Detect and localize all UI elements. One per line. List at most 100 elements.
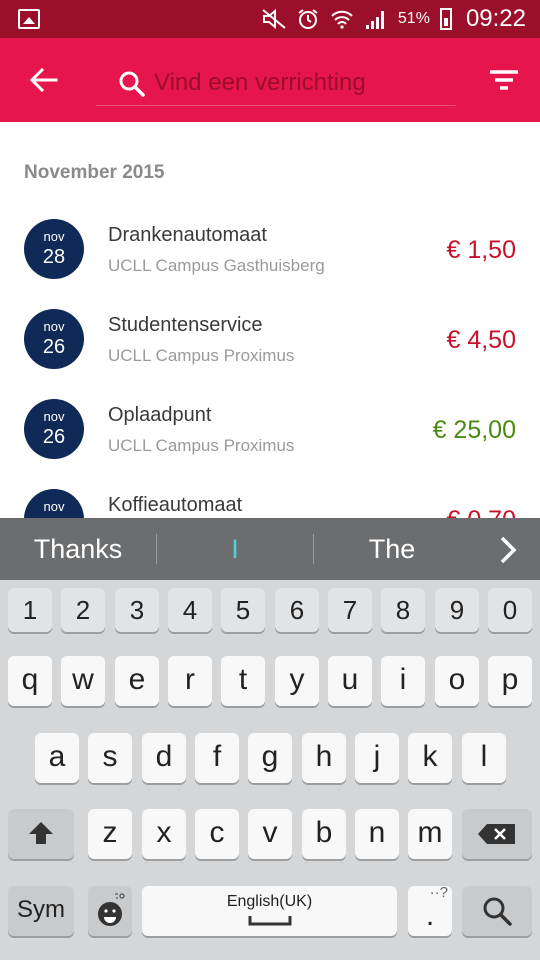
key-a[interactable]: a (35, 733, 79, 783)
gallery-notification-icon (18, 9, 40, 29)
signal-icon (365, 11, 384, 29)
filter-icon[interactable] (486, 64, 522, 100)
suggestion-bar: Thanks I The (0, 518, 540, 580)
status-bar: 51% 09:22 (0, 0, 540, 38)
key-g[interactable]: g (248, 733, 292, 783)
emoji-icon (98, 893, 125, 926)
date-badge: nov 26 (24, 309, 84, 369)
search-key[interactable] (462, 886, 532, 936)
key-5[interactable]: 5 (221, 588, 265, 632)
transaction-location: UCLL Campus Gasthuisberg (108, 256, 325, 275)
suggestion-divider (156, 534, 157, 564)
status-icons: 51% 09:22 (262, 0, 526, 38)
date-day: 26 (42, 336, 66, 358)
key-1[interactable]: 1 (8, 588, 52, 632)
key-u[interactable]: u (328, 656, 372, 706)
search-icon (483, 897, 512, 926)
search-input[interactable] (154, 64, 454, 102)
backspace-key[interactable] (462, 809, 532, 859)
key-0[interactable]: 0 (488, 588, 532, 632)
key-z[interactable]: z (88, 809, 132, 859)
key-j[interactable]: j (355, 733, 399, 783)
transaction-location: UCLL Campus Proximus (108, 436, 295, 455)
language-label: English(UK) (226, 893, 313, 910)
date-badge: nov 26 (24, 399, 84, 459)
period-key[interactable]: ··? . (408, 884, 452, 936)
key-h[interactable]: h (302, 733, 346, 783)
suggestion-item[interactable]: I (158, 518, 312, 580)
date-month: nov (43, 409, 65, 424)
transaction-title: Studentenservice (108, 314, 263, 336)
backspace-icon (478, 824, 515, 844)
section-header: November 2015 (24, 162, 165, 183)
search-icon (119, 71, 145, 97)
clock: 09:22 (465, 5, 526, 32)
key-k[interactable]: k (408, 733, 452, 783)
shift-icon (29, 822, 53, 844)
transaction-title: Koffieautomaat (108, 494, 243, 516)
key-t[interactable]: t (221, 656, 265, 706)
key-7[interactable]: 7 (328, 588, 372, 632)
suggestion-item[interactable]: Thanks (0, 518, 156, 580)
transaction-amount: € 4,50 (446, 326, 516, 354)
key-v[interactable]: v (248, 809, 292, 859)
key-n[interactable]: n (355, 809, 399, 859)
transaction-title: Drankenautomaat (108, 224, 267, 246)
key-l[interactable]: l (462, 733, 506, 783)
transaction-row[interactable]: nov 26 Koffieautomaat € 0,70 (0, 486, 540, 518)
key-d[interactable]: d (142, 733, 186, 783)
transaction-row[interactable]: nov 26 Oplaadpunt UCLL Campus Proximus €… (0, 396, 540, 486)
date-day: 28 (42, 246, 66, 268)
search-bar[interactable] (96, 60, 456, 106)
key-b[interactable]: b (302, 809, 346, 859)
key-3[interactable]: 3 (115, 588, 159, 632)
chevron-right-icon[interactable] (492, 534, 524, 566)
key-s[interactable]: s (88, 733, 132, 783)
key-9[interactable]: 9 (435, 588, 479, 632)
key-q[interactable]: q (8, 656, 52, 706)
key-c[interactable]: c (195, 809, 239, 859)
date-month: nov (43, 319, 65, 334)
space-key[interactable]: English(UK) (142, 886, 397, 936)
battery-icon (439, 8, 452, 30)
date-month: nov (43, 499, 65, 514)
arrow-left-icon[interactable] (24, 60, 64, 100)
emoji-key[interactable] (88, 886, 132, 936)
key-6[interactable]: 6 (275, 588, 319, 632)
mute-icon (262, 8, 286, 30)
transaction-title: Oplaadpunt (108, 404, 212, 426)
sym-key[interactable]: Sym (8, 886, 74, 936)
key-o[interactable]: o (435, 656, 479, 706)
key-y[interactable]: y (275, 656, 319, 706)
key-r[interactable]: r (168, 656, 212, 706)
date-badge: nov 28 (24, 219, 84, 279)
key-m[interactable]: m (408, 809, 452, 859)
alarm-icon (298, 9, 318, 29)
key-p[interactable]: p (488, 656, 532, 706)
transaction-location: UCLL Campus Proximus (108, 346, 295, 365)
transaction-list: November 2015 nov 28 Drankenautomaat UCL… (0, 122, 540, 518)
key-i[interactable]: i (381, 656, 425, 706)
transaction-row[interactable]: nov 28 Drankenautomaat UCLL Campus Gasth… (0, 216, 540, 306)
suggestion-item[interactable]: The (314, 518, 470, 580)
period-label: . (425, 899, 435, 932)
transaction-amount: € 0,70 (446, 506, 516, 518)
keyboard: 1 2 3 4 5 6 7 8 9 0 q w e r t y u i o p … (0, 580, 540, 960)
transaction-row[interactable]: nov 26 Studentenservice UCLL Campus Prox… (0, 306, 540, 396)
shift-key[interactable] (8, 809, 74, 859)
date-badge: nov 26 (24, 489, 84, 518)
battery-percentage: 51% (397, 10, 430, 27)
key-4[interactable]: 4 (168, 588, 212, 632)
key-w[interactable]: w (61, 656, 105, 706)
key-e[interactable]: e (115, 656, 159, 706)
key-f[interactable]: f (195, 733, 239, 783)
space-bar-icon (248, 916, 291, 926)
app-bar (0, 38, 540, 122)
wifi-icon (331, 10, 353, 29)
transaction-amount: € 1,50 (446, 236, 516, 264)
key-8[interactable]: 8 (381, 588, 425, 632)
key-2[interactable]: 2 (61, 588, 105, 632)
key-x[interactable]: x (142, 809, 186, 859)
date-month: nov (43, 229, 65, 244)
date-day: 26 (42, 426, 66, 448)
